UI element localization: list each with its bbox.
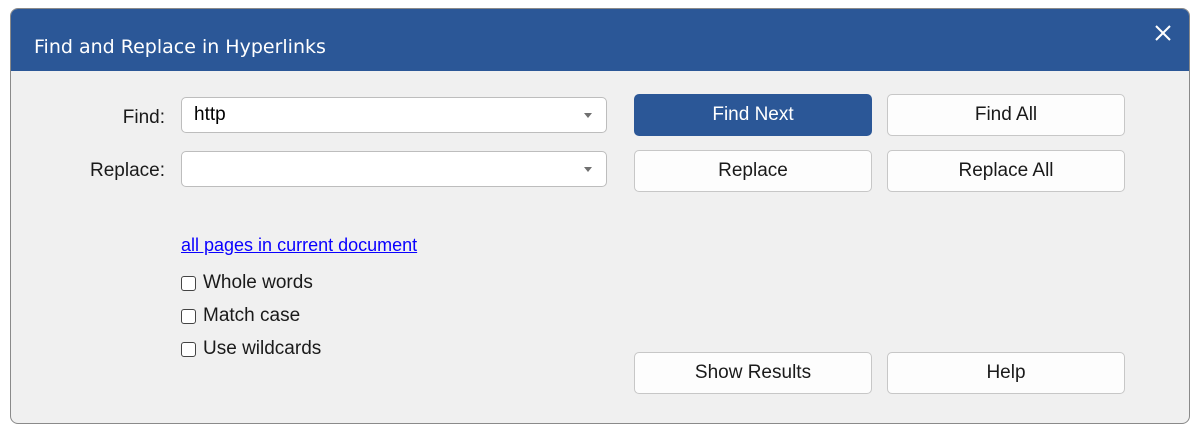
dialog-title: Find and Replace in Hyperlinks bbox=[34, 36, 326, 58]
replace-combobox[interactable] bbox=[181, 151, 607, 187]
use-wildcards-option[interactable]: Use wildcards bbox=[181, 337, 321, 361]
replace-label: Replace: bbox=[90, 160, 165, 181]
search-scope-link[interactable]: all pages in current document bbox=[181, 235, 417, 256]
whole-words-label: Whole words bbox=[203, 272, 313, 293]
find-combobox[interactable] bbox=[181, 97, 607, 133]
find-all-button[interactable]: Find All bbox=[887, 94, 1125, 136]
title-bar: Find and Replace in Hyperlinks bbox=[11, 9, 1189, 71]
find-label: Find: bbox=[122, 107, 165, 128]
use-wildcards-checkbox[interactable] bbox=[181, 341, 196, 357]
chevron-down-icon[interactable] bbox=[584, 167, 592, 172]
find-next-button[interactable]: Find Next bbox=[634, 94, 872, 136]
find-input[interactable] bbox=[194, 103, 574, 127]
use-wildcards-label: Use wildcards bbox=[203, 338, 322, 359]
replace-button[interactable]: Replace bbox=[634, 150, 872, 192]
close-icon bbox=[1155, 25, 1171, 41]
whole-words-checkbox[interactable] bbox=[181, 275, 196, 291]
help-button[interactable]: Help bbox=[887, 352, 1125, 394]
replace-all-button[interactable]: Replace All bbox=[887, 150, 1125, 192]
close-button[interactable] bbox=[1151, 21, 1175, 45]
match-case-option[interactable]: Match case bbox=[181, 304, 300, 328]
match-case-label: Match case bbox=[203, 305, 301, 326]
show-results-button[interactable]: Show Results bbox=[634, 352, 872, 394]
whole-words-option[interactable]: Whole words bbox=[181, 271, 313, 295]
find-replace-dialog: Find and Replace in Hyperlinks Find: Rep… bbox=[10, 8, 1190, 424]
match-case-checkbox[interactable] bbox=[181, 308, 196, 324]
replace-input[interactable] bbox=[194, 157, 574, 181]
chevron-down-icon[interactable] bbox=[584, 113, 592, 118]
